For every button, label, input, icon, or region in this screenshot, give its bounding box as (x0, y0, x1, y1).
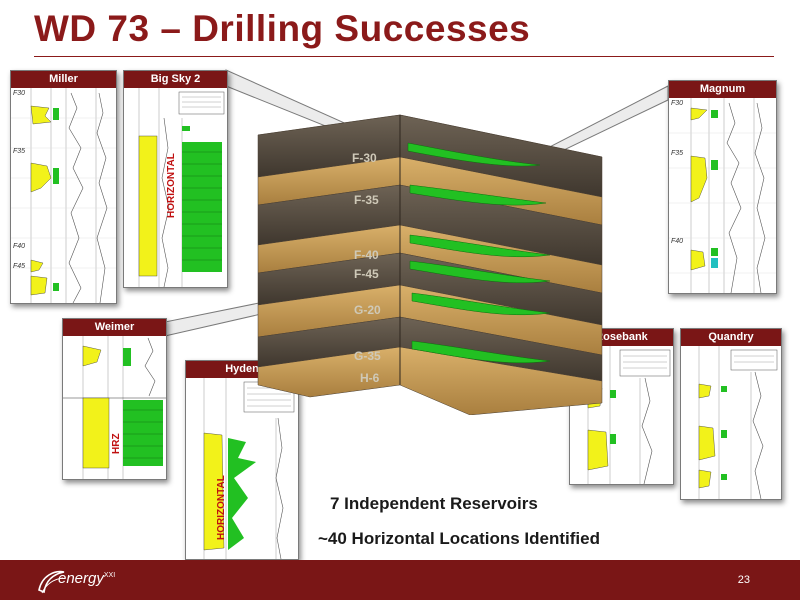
marker-label: F35 (13, 148, 26, 155)
layer-label: F-40 (354, 248, 379, 262)
layer-label: F-30 (352, 151, 377, 165)
horizontal-label: HRZ (111, 433, 122, 454)
energy-xxi-logo: energyXXI (36, 566, 156, 596)
panel-title-magnum: Magnum (669, 81, 776, 98)
logo-superscript: XXI (103, 572, 116, 579)
well-log-quandry: Quandry (680, 328, 782, 500)
layer-label: G-20 (354, 303, 381, 317)
caption-reservoirs: 7 Independent Reservoirs (330, 494, 538, 513)
panel-title-weimer: Weimer (63, 319, 166, 336)
footer-bar: energyXXI 23 (0, 560, 800, 600)
well-log-bigsky: Big Sky 2 HORIZONTAL (123, 70, 228, 288)
page-number: 23 (737, 574, 750, 586)
log-magnum (669, 98, 776, 293)
layer-label: H-6 (360, 371, 380, 385)
marker-label: F40 (13, 243, 26, 250)
page-title: WD 73 – Drilling Successes (34, 8, 531, 49)
geology-block-diagram: F-30 F-35 F-40 F-45 G-20 G-35 H-6 (250, 85, 610, 416)
title-divider (34, 56, 774, 57)
well-log-miller: Miller F30 F35 F40 F45 (10, 70, 117, 304)
layer-label: F-35 (354, 193, 379, 207)
marker-label: F30 (13, 90, 26, 97)
logo-text: energyXXI (58, 570, 116, 587)
horizontal-label: HORIZONTAL (166, 153, 177, 218)
horizontal-label: HORIZONTAL (216, 475, 227, 540)
well-log-weimer: Weimer HRZ (62, 318, 167, 480)
log-miller (11, 88, 116, 303)
marker-label: F30 (671, 100, 684, 107)
marker-label: F35 (671, 150, 684, 157)
layer-label: F-45 (354, 267, 379, 281)
layer-label: G-35 (354, 349, 381, 363)
stratigraphy-cutaway (257, 114, 603, 416)
marker-label: F40 (671, 238, 684, 245)
panel-title-miller: Miller (11, 71, 116, 88)
panel-title-bigsky: Big Sky 2 (124, 71, 227, 88)
panel-title-quandry: Quandry (681, 329, 781, 346)
well-log-magnum: Magnum F30 F35 F40 (668, 80, 777, 294)
log-quandry (698, 346, 778, 499)
caption-locations: ~40 Horizontal Locations Identified (318, 529, 600, 548)
marker-label: F45 (13, 263, 26, 270)
log-weimer (63, 336, 166, 479)
